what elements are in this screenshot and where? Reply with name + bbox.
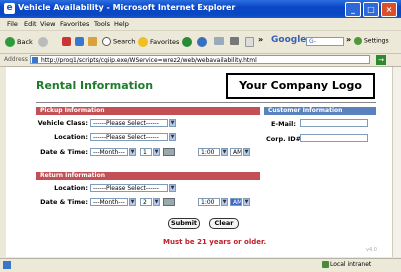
history-icon bbox=[197, 37, 207, 47]
email-label: E-Mail: bbox=[270, 120, 296, 128]
home-button[interactable] bbox=[88, 37, 99, 46]
pickup-section-header: Pickup Information bbox=[36, 107, 260, 115]
return-ampm-select[interactable]: AM bbox=[230, 198, 242, 206]
pickup-ampm-select[interactable]: AM bbox=[230, 148, 242, 156]
menu-edit[interactable]: Edit bbox=[24, 20, 37, 28]
email-field[interactable] bbox=[300, 119, 368, 127]
google-search-input[interactable]: G- bbox=[306, 37, 344, 46]
mail-icon bbox=[214, 37, 224, 45]
toolbar-overflow-chevron[interactable]: » bbox=[258, 35, 263, 44]
chevron-down-icon[interactable]: ▼ bbox=[221, 148, 228, 156]
minimize-button[interactable]: _ bbox=[345, 2, 361, 17]
pickup-time-select[interactable]: 1:00 bbox=[198, 148, 220, 156]
company-logo: Your Company Logo bbox=[226, 73, 375, 99]
document-icon bbox=[245, 37, 254, 47]
google-overflow-chevron[interactable]: » bbox=[346, 35, 351, 44]
star-icon bbox=[138, 37, 148, 47]
chevron-down-icon[interactable]: ▼ bbox=[169, 184, 176, 192]
settings-button[interactable]: Settings bbox=[354, 37, 389, 45]
submit-button[interactable]: Submit bbox=[168, 218, 200, 229]
vehicle-class-label: Vehicle Class: bbox=[37, 119, 88, 127]
return-location-label: Location: bbox=[54, 184, 88, 192]
security-zone-label: Local intranet bbox=[330, 261, 372, 268]
page-status-icon bbox=[3, 261, 11, 269]
print-button[interactable] bbox=[230, 37, 241, 45]
return-datetime-label: Date & Time: bbox=[40, 198, 88, 206]
search-icon bbox=[102, 37, 111, 46]
menu-favorites[interactable]: Favorites bbox=[60, 20, 89, 28]
go-button[interactable]: → bbox=[376, 55, 386, 65]
close-button[interactable]: × bbox=[381, 2, 397, 17]
version-label: v4.0 bbox=[366, 247, 377, 253]
page-heading: Rental Information bbox=[36, 79, 154, 92]
back-arrow-icon bbox=[5, 37, 15, 47]
window-title: Vehicle Availability - Microsoft Interne… bbox=[18, 3, 236, 12]
google-label: Google bbox=[271, 35, 307, 45]
search-button[interactable]: Search bbox=[102, 37, 135, 46]
vehicle-class-select[interactable]: ------Please Select------ bbox=[90, 119, 168, 127]
chevron-down-icon[interactable]: ▼ bbox=[243, 198, 250, 206]
maximize-button[interactable]: □ bbox=[363, 2, 379, 17]
menu-help[interactable]: Help bbox=[114, 20, 129, 28]
menu-view[interactable]: View bbox=[40, 20, 55, 28]
chevron-down-icon[interactable]: ▼ bbox=[129, 148, 136, 156]
calendar-icon[interactable] bbox=[163, 148, 175, 156]
clear-button[interactable]: Clear bbox=[209, 218, 239, 229]
customer-section-header: Customer Information bbox=[264, 107, 376, 115]
chevron-down-icon[interactable]: ▼ bbox=[169, 133, 176, 141]
pickup-datetime-label: Date & Time: bbox=[40, 148, 88, 156]
address-input[interactable]: http://prog1/scripts/cgiip.exe/WService=… bbox=[30, 55, 370, 64]
address-label: Address bbox=[4, 56, 28, 63]
pickup-day-select[interactable]: 1 bbox=[140, 148, 152, 156]
corp-id-label: Corp. ID#: bbox=[266, 135, 304, 143]
intranet-icon bbox=[322, 261, 329, 268]
history-button[interactable] bbox=[197, 37, 209, 47]
settings-icon bbox=[354, 37, 362, 45]
print-icon bbox=[230, 37, 239, 45]
chevron-down-icon[interactable]: ▼ bbox=[153, 198, 160, 206]
chevron-down-icon[interactable]: ▼ bbox=[169, 119, 176, 127]
menu-tools[interactable]: Tools bbox=[94, 20, 110, 28]
forward-button[interactable] bbox=[38, 37, 50, 47]
corp-id-field[interactable] bbox=[300, 134, 368, 142]
age-requirement-note: Must be 21 years or older. bbox=[163, 238, 267, 246]
chevron-down-icon[interactable]: ▼ bbox=[153, 148, 160, 156]
calendar-icon[interactable] bbox=[163, 198, 175, 206]
media-button[interactable] bbox=[182, 37, 194, 47]
pickup-location-label: Location: bbox=[54, 133, 88, 141]
refresh-button[interactable] bbox=[75, 37, 86, 46]
chevron-down-icon[interactable]: ▼ bbox=[221, 198, 228, 206]
favorites-button[interactable]: Favorites bbox=[138, 37, 179, 47]
return-time-select[interactable]: 1:00 bbox=[198, 198, 220, 206]
ie-icon: e bbox=[4, 3, 15, 14]
stop-icon bbox=[62, 37, 71, 46]
mail-button[interactable] bbox=[214, 37, 226, 45]
divider bbox=[36, 102, 376, 103]
return-day-select[interactable]: 2 bbox=[140, 198, 152, 206]
page-icon bbox=[32, 57, 38, 63]
menu-file[interactable]: File bbox=[7, 20, 18, 28]
return-month-select[interactable]: ---Month--- bbox=[90, 198, 128, 206]
chevron-down-icon[interactable]: ▼ bbox=[129, 198, 136, 206]
refresh-icon bbox=[75, 37, 84, 46]
pickup-location-select[interactable]: ------Please Select------ bbox=[90, 133, 168, 141]
back-button[interactable]: Back bbox=[5, 37, 33, 47]
media-icon bbox=[182, 37, 192, 47]
pickup-month-select[interactable]: ---Month--- bbox=[90, 148, 128, 156]
return-location-select[interactable]: ------Please Select------ bbox=[90, 184, 168, 192]
return-section-header: Return Information bbox=[36, 172, 260, 180]
vertical-scrollbar[interactable] bbox=[392, 67, 401, 257]
chevron-down-icon[interactable]: ▼ bbox=[243, 148, 250, 156]
home-icon bbox=[88, 37, 97, 46]
stop-button[interactable] bbox=[62, 37, 73, 46]
edit-page-button[interactable] bbox=[245, 37, 256, 47]
forward-arrow-icon bbox=[38, 37, 48, 47]
